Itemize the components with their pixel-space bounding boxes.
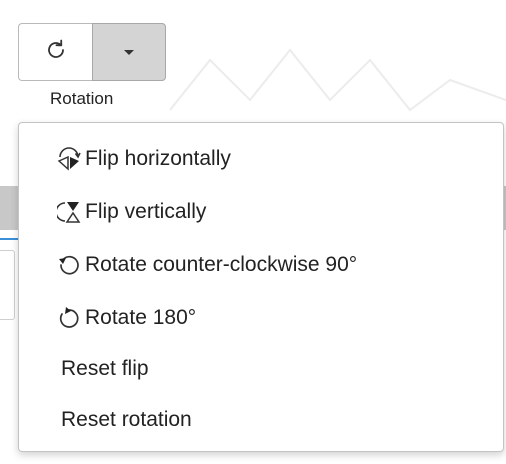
menu-item-label: Flip horizontally: [85, 147, 231, 170]
rotation-split-button: [18, 23, 166, 81]
background-chart-lines: [170, 48, 506, 112]
background-accent-line: [0, 238, 20, 240]
menu-item-flip-vertically[interactable]: Flip vertically: [19, 192, 503, 232]
flip-horizontal-icon: [57, 147, 81, 171]
menu-item-label: Flip vertically: [85, 200, 207, 223]
rotate-ccw-icon: [57, 253, 81, 277]
menu-item-reset-rotation[interactable]: Reset rotation: [19, 400, 503, 440]
menu-item-label: Reset flip: [61, 357, 149, 380]
rotation-label: Rotation: [50, 89, 114, 108]
background-field: [0, 250, 15, 320]
rotate-button[interactable]: [18, 23, 92, 81]
menu-item-label: Rotate counter-clockwise 90°: [85, 253, 358, 276]
menu-item-label: Reset rotation: [61, 408, 192, 431]
menu-item-rotate-ccw-90[interactable]: Rotate counter-clockwise 90°: [19, 245, 503, 285]
menu-item-flip-horizontally[interactable]: Flip horizontally: [19, 139, 503, 179]
menu-item-reset-flip[interactable]: Reset flip: [19, 349, 503, 389]
rotate-180-icon: [57, 306, 81, 330]
rotation-menu: Flip horizontally Flip vertically Rotate…: [18, 122, 504, 452]
background-toolbar-strip: [0, 186, 20, 230]
menu-item-rotate-180[interactable]: Rotate 180°: [19, 298, 503, 338]
rotation-dropdown-button[interactable]: [92, 23, 166, 81]
flip-vertical-icon: [57, 200, 81, 224]
menu-item-label: Rotate 180°: [85, 306, 197, 329]
caret-down-icon: [124, 49, 134, 55]
rotate-clockwise-icon: [44, 38, 68, 67]
